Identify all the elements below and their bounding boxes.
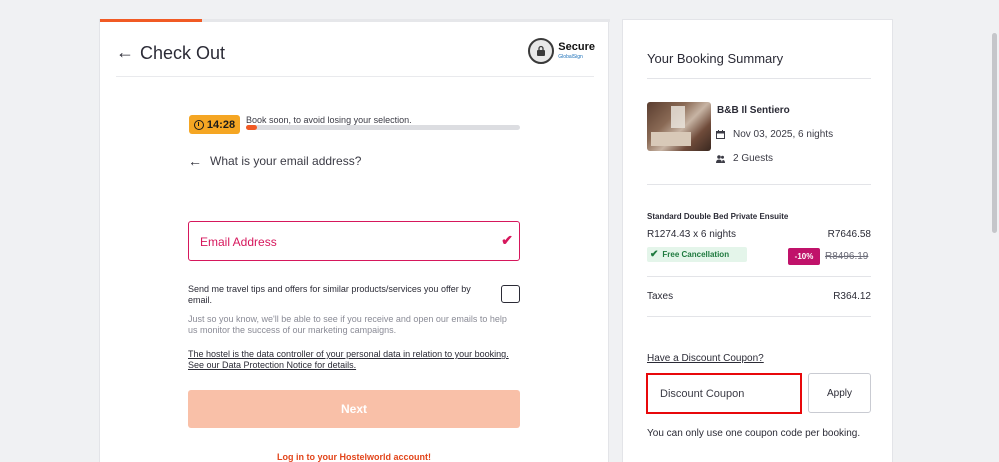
guests-icon — [716, 155, 725, 163]
free-cancellation-label: Free Cancellation — [662, 250, 730, 259]
property-image — [647, 102, 711, 151]
marketing-optin: Send me travel tips and offers for simil… — [188, 284, 520, 336]
login-link[interactable]: Log in to your Hostelworld account! — [188, 452, 520, 462]
next-button[interactable]: Next — [188, 390, 520, 428]
rate-row: R1274.43 x 6 nights R7646.58 — [647, 229, 871, 240]
taxes-value: R364.12 — [833, 291, 871, 302]
back-arrow-icon[interactable]: ← — [188, 153, 202, 169]
calendar-icon — [716, 130, 725, 139]
page-title: Check Out — [140, 43, 226, 63]
dates-row: Nov 03, 2025, 6 nights — [716, 129, 833, 140]
secure-label: Secure — [558, 40, 595, 53]
timer-message: Book soon, to avoid losing your selectio… — [246, 115, 412, 125]
email-question: What is your email address? — [210, 154, 362, 168]
apply-button[interactable]: Apply — [808, 373, 871, 413]
lock-icon — [528, 38, 555, 64]
divider — [647, 276, 871, 277]
guests-row: 2 Guests — [716, 153, 773, 164]
data-protection-link[interactable]: The hostel is the data controller of you… — [188, 349, 520, 371]
timer-progress-bar — [246, 125, 520, 130]
timer-progress-fill — [246, 125, 257, 130]
discount-badge: -10% — [788, 248, 820, 265]
coupon-placeholder: Discount Coupon — [660, 388, 745, 400]
optin-checkbox[interactable] — [501, 285, 520, 303]
room-total: R7646.58 — [827, 229, 871, 240]
room-name: Standard Double Bed Private Ensuite — [647, 212, 789, 221]
booking-timer: 14:28 Book soon, to avoid losing your se… — [189, 115, 520, 134]
secure-badge: Secure GlobalSign — [528, 38, 595, 64]
free-cancellation-badge: ✔ Free Cancellation — [647, 247, 747, 262]
optin-note: Just so you know, we'll be able to see i… — [188, 314, 507, 335]
secure-sub-label: GlobalSign — [558, 53, 583, 60]
page-scrollbar[interactable] — [990, 0, 999, 462]
coupon-link[interactable]: Have a Discount Coupon? — [647, 353, 764, 364]
coupon-note: You can only use one coupon code per boo… — [647, 428, 861, 439]
taxes-row: Taxes R364.12 — [647, 291, 871, 302]
guests-text: 2 Guests — [733, 153, 774, 164]
email-question-row: ← What is your email address? — [188, 153, 361, 169]
timer-badge: 14:28 — [189, 115, 240, 134]
timer-value: 14:28 — [206, 118, 236, 131]
taxes-label: Taxes — [647, 291, 674, 302]
booking-summary-card: Your Booking Summary B&B Il Sentiero Nov… — [622, 19, 893, 462]
clock-icon — [193, 119, 204, 130]
dates-text: Nov 03, 2025, 6 nights — [733, 129, 834, 140]
old-price: R8496.19 — [825, 251, 869, 262]
back-arrow-icon[interactable]: ← — [116, 43, 134, 61]
email-placeholder: Email Address — [200, 235, 277, 249]
property-name: B&B Il Sentiero — [717, 105, 790, 116]
summary-title: Your Booking Summary — [647, 51, 784, 66]
optin-label: Send me travel tips and offers for simil… — [188, 284, 471, 305]
checkout-header: ← Check Out Secure GlobalSign — [116, 38, 595, 77]
scrollbar-thumb[interactable] — [992, 33, 997, 233]
coupon-input[interactable]: Discount Coupon — [646, 373, 802, 414]
step-progress-bar — [100, 19, 610, 22]
checkout-card: ← Check Out Secure GlobalSign 14:28 Book… — [99, 19, 610, 462]
rate-line: R1274.43 x 6 nights — [647, 229, 736, 240]
divider — [647, 184, 871, 185]
divider — [647, 78, 871, 79]
step-progress-fill — [100, 19, 202, 22]
email-field[interactable]: Email Address ✔ — [188, 221, 520, 261]
divider — [647, 316, 871, 317]
check-icon: ✔ — [650, 249, 659, 260]
checkmark-icon: ✔ — [501, 232, 513, 248]
